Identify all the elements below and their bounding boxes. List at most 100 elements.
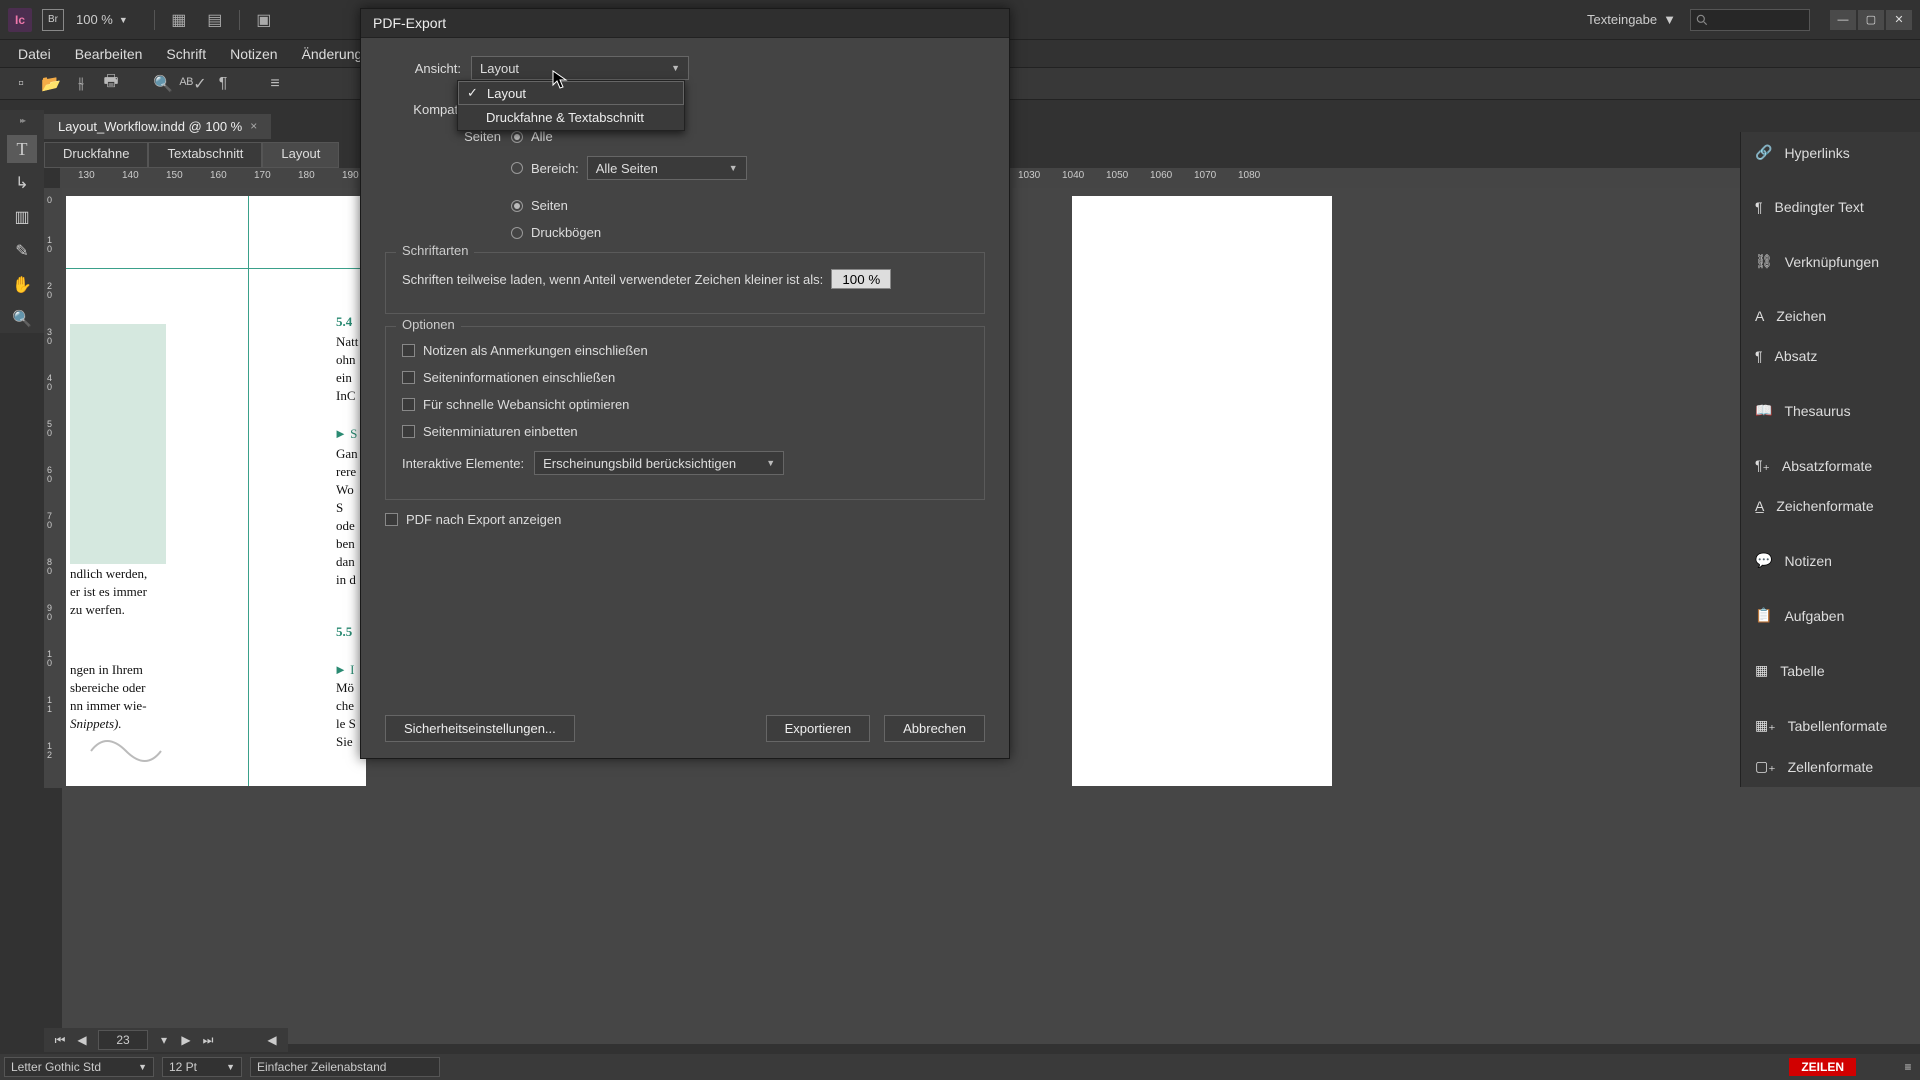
- chevron-down-icon: ▼: [729, 163, 738, 173]
- eyedropper-tool[interactable]: ✎: [7, 237, 37, 265]
- chk-notes-label: Notizen als Anmerkungen einschließen: [423, 343, 648, 358]
- layout-icon[interactable]: ▦: [167, 10, 191, 30]
- panel-label: Zeichenformate: [1776, 498, 1873, 514]
- chk-fastweb[interactable]: [402, 398, 415, 411]
- panel-paragraph[interactable]: ¶Absatz: [1741, 336, 1920, 376]
- last-page-button[interactable]: ⏭: [198, 1033, 218, 1048]
- maximize-button[interactable]: ▢: [1858, 10, 1884, 30]
- chk-view-after[interactable]: [385, 513, 398, 526]
- page-menu-button[interactable]: ▾: [154, 1033, 174, 1047]
- leading-field[interactable]: Einfacher Zeilenabstand: [250, 1057, 440, 1077]
- radio-bereich[interactable]: [511, 162, 523, 174]
- ruler-tick: 1070: [1194, 170, 1216, 181]
- hand-tool[interactable]: ✋: [7, 271, 37, 299]
- panel-hyperlinks[interactable]: 🔗Hyperlinks: [1741, 132, 1920, 173]
- bereich-select[interactable]: Alle Seiten▼: [587, 156, 747, 180]
- ansicht-option-galley[interactable]: Druckfahne & Textabschnitt: [458, 105, 684, 130]
- chk-pageinfo[interactable]: [402, 371, 415, 384]
- note-icon: 💬: [1755, 552, 1772, 569]
- interactive-select[interactable]: Erscheinungsbild berücksichtigen▼: [534, 451, 784, 475]
- panel-thesaurus[interactable]: 📖Thesaurus: [1741, 390, 1920, 431]
- new-icon[interactable]: ▫: [10, 74, 32, 94]
- panel-assignments[interactable]: 📋Aufgaben: [1741, 595, 1920, 636]
- open-icon[interactable]: 📂: [40, 74, 62, 94]
- radio-seiten[interactable]: [511, 200, 523, 212]
- dialog-title[interactable]: PDF-Export: [361, 9, 1009, 38]
- body-text: ben: [336, 536, 355, 552]
- scroll-left-button[interactable]: ◀: [262, 1033, 282, 1047]
- ansicht-option-layout[interactable]: Layout: [458, 81, 684, 105]
- subtab-layout[interactable]: Layout: [262, 142, 339, 168]
- view-icon[interactable]: ▤: [203, 10, 227, 30]
- paragraph-icon[interactable]: ¶: [212, 74, 234, 94]
- bridge-icon[interactable]: Br: [42, 9, 64, 31]
- panel-char-styles[interactable]: A̲Zeichenformate: [1741, 486, 1920, 526]
- body-text: Sie: [336, 734, 353, 750]
- font-size-field[interactable]: 12 Pt▼: [162, 1057, 242, 1077]
- panel-table-styles[interactable]: ▦₊Tabellenformate: [1741, 705, 1920, 746]
- page-right: [1072, 196, 1332, 786]
- cancel-button[interactable]: Abbrechen: [884, 715, 985, 742]
- screen-icon[interactable]: ▣: [252, 10, 276, 30]
- zoom-select[interactable]: 100 %▼: [76, 12, 128, 27]
- workspace-select[interactable]: Texteingabe▼: [1587, 12, 1676, 27]
- position-tool[interactable]: ↳: [7, 169, 37, 197]
- radio-druckboegen[interactable]: [511, 227, 523, 239]
- close-button[interactable]: ✕: [1886, 10, 1912, 30]
- right-panel-stack: 🔗Hyperlinks ¶Bedingter Text ⛓Verknüpfung…: [1740, 132, 1920, 787]
- ansicht-dropdown-list: Layout Druckfahne & Textabschnitt: [457, 80, 685, 131]
- zoom-tool[interactable]: 🔍: [7, 305, 37, 333]
- ansicht-label: Ansicht:: [385, 61, 471, 76]
- body-text: rere: [336, 464, 356, 480]
- type-tool[interactable]: T: [7, 135, 37, 163]
- body-text: che: [336, 698, 354, 714]
- list-icon[interactable]: ≡: [264, 74, 286, 94]
- chk-thumbs[interactable]: [402, 425, 415, 438]
- close-tab-icon[interactable]: ×: [250, 119, 257, 133]
- collapse-icon[interactable]: ▸▸: [20, 116, 24, 125]
- radio-seiten-label: Seiten: [531, 198, 568, 213]
- document-tab[interactable]: Layout_Workflow.indd @ 100 % ×: [44, 114, 271, 139]
- print-icon[interactable]: 🖶: [100, 74, 122, 94]
- prev-page-button[interactable]: ◀: [72, 1033, 92, 1047]
- menu-bearbeiten[interactable]: Bearbeiten: [63, 43, 155, 65]
- first-page-button[interactable]: ⏮: [50, 1033, 70, 1048]
- fonts-threshold-input[interactable]: [831, 269, 891, 289]
- next-page-button[interactable]: ▶: [176, 1033, 196, 1047]
- subtab-textabschnitt[interactable]: Textabschnitt: [148, 142, 262, 168]
- overset-warning[interactable]: ZEILEN: [1789, 1058, 1856, 1076]
- page-number-field[interactable]: 23: [98, 1030, 148, 1050]
- body-text: ndlich werden,: [70, 566, 147, 582]
- page-left: 5.4 Natt ohn ein InC ► S Gan rere Wo S o…: [66, 196, 366, 786]
- menu-datei[interactable]: Datei: [6, 43, 63, 65]
- panel-label: Aufgaben: [1784, 608, 1844, 624]
- panel-para-styles[interactable]: ¶₊Absatzformate: [1741, 445, 1920, 486]
- body-text: er ist es immer: [70, 584, 147, 600]
- save-icon[interactable]: ⫳: [70, 74, 92, 94]
- ruler-tick: 180: [298, 170, 315, 181]
- security-button[interactable]: Sicherheitseinstellungen...: [385, 715, 575, 742]
- ruler-tick: 1050: [1106, 170, 1128, 181]
- spell-icon[interactable]: ᴬᴮ✓: [182, 74, 204, 94]
- chk-notes[interactable]: [402, 344, 415, 357]
- radio-alle[interactable]: [511, 131, 523, 143]
- minimize-button[interactable]: —: [1830, 10, 1856, 30]
- body-text: Wo: [336, 482, 354, 498]
- panel-conditional-text[interactable]: ¶Bedingter Text: [1741, 187, 1920, 227]
- panel-cell-styles[interactable]: ▢₊Zellenformate: [1741, 746, 1920, 787]
- font-family-field[interactable]: Letter Gothic Std▼: [4, 1057, 154, 1077]
- note-tool[interactable]: ▥: [7, 203, 37, 231]
- search-input[interactable]: [1690, 9, 1810, 31]
- search-icon[interactable]: 🔍: [152, 74, 174, 94]
- panel-character[interactable]: AZeichen: [1741, 296, 1920, 336]
- panel-notes[interactable]: 💬Notizen: [1741, 540, 1920, 581]
- panel-links[interactable]: ⛓Verknüpfungen: [1741, 241, 1920, 282]
- menu-notizen[interactable]: Notizen: [218, 43, 289, 65]
- panel-table[interactable]: ▦Tabelle: [1741, 650, 1920, 691]
- menu-schrift[interactable]: Schrift: [154, 43, 218, 65]
- subtab-druckfahne[interactable]: Druckfahne: [44, 142, 148, 168]
- ansicht-select[interactable]: Layout▼: [471, 56, 689, 80]
- menu-icon[interactable]: ≡: [1896, 1060, 1920, 1074]
- export-button[interactable]: Exportieren: [766, 715, 870, 742]
- chk-view-after-label: PDF nach Export anzeigen: [406, 512, 561, 527]
